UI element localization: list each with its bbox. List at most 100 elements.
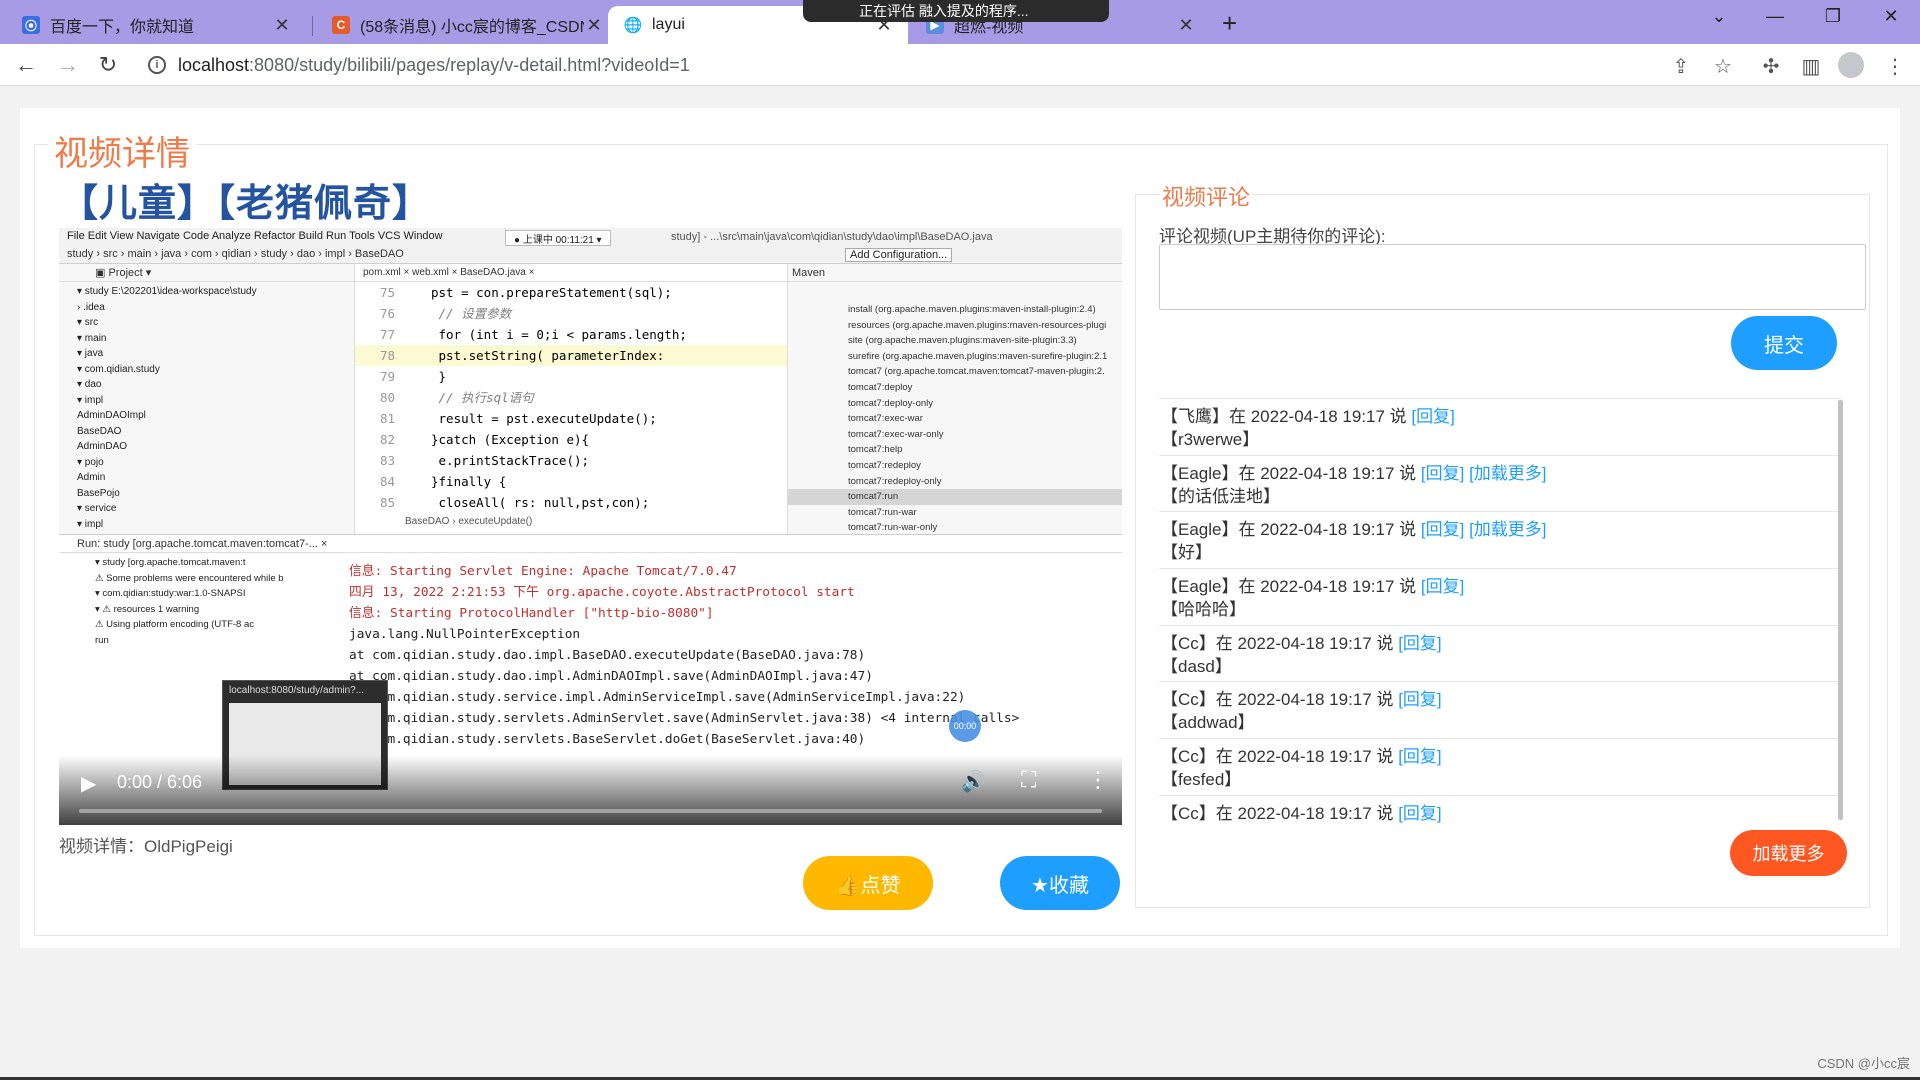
window-close-icon[interactable]: ✕ [1868, 6, 1914, 27]
profile-avatar[interactable] [1838, 52, 1864, 78]
player-controls: ▶ 0:00 / 6:06 🔊 ⛶ ⋮ [59, 755, 1122, 825]
like-button[interactable]: 👍点赞 [803, 856, 933, 910]
console-line: at com.qidian.study.servlets.AdminServle… [349, 711, 1020, 726]
code-line: 79 } [355, 366, 787, 387]
tree-node: ▾ main [77, 332, 107, 344]
minimize-icon[interactable]: — [1752, 6, 1798, 27]
video-player[interactable]: File Edit View Navigate Code Analyze Ref… [59, 228, 1122, 825]
line-number: 77 [379, 327, 395, 342]
fullscreen-icon[interactable]: ⛶ [1021, 767, 1036, 793]
favorite-button[interactable]: ★收藏 [1000, 856, 1120, 910]
ide-toolbar: File Edit View Navigate Code Analyze Ref… [59, 228, 1122, 264]
comment-textarea[interactable] [1159, 244, 1866, 310]
reply-link[interactable]: [回复] [1398, 634, 1441, 653]
line-number: 76 [379, 306, 395, 321]
maven-goal: tomcat7:exec-war [848, 413, 923, 425]
code-text: }finally { [431, 474, 507, 489]
comment-meta: 在 2022-04-18 19:17 说 [1215, 690, 1399, 710]
ide-project-tree: ▾ study E:\202201\idea-workspace\study ›… [59, 282, 354, 532]
tab-baidu[interactable]: ⦿ 百度一下，你就知道 ✕ [6, 6, 306, 44]
reply-link[interactable]: [回复] [1421, 520, 1464, 539]
tree-node: AdminDAOImpl [77, 410, 146, 421]
video-description: 视频详情：OldPigPeigi [59, 837, 233, 856]
maven-goal: resources (org.apache.maven.plugins:mave… [848, 319, 1107, 331]
kebab-menu-icon[interactable]: ⋮ [1882, 54, 1908, 79]
console-line: at com.qidian.study.servlets.BaseServlet… [349, 732, 866, 747]
reply-link[interactable]: [回复] [1398, 690, 1441, 709]
comment-item: 【Cc】在 2022-04-18 19:17 说 [回复] 【addwad】 [1159, 682, 1842, 740]
tab-title: (58条消息) 小cc宸的博客_CSDN [360, 19, 584, 36]
comment-header: 【飞鹰】在 2022-04-18 19:17 说 [回复] [1161, 405, 1842, 428]
comment-meta: 在 2022-04-18 19:17 说 [1238, 577, 1421, 597]
back-arrow-icon[interactable]: ← [12, 52, 40, 78]
address-bar-row: ← → ↻ i localhost:8080/study/bilibili/pa… [0, 44, 1920, 86]
load-more-replies-link[interactable]: [加载更多] [1469, 464, 1546, 483]
close-icon[interactable]: ✕ [584, 15, 604, 36]
console-line: at com.qidian.study.dao.impl.BaseDAO.exe… [349, 648, 866, 663]
url-field[interactable]: i localhost:8080/study/bilibili/pages/re… [136, 49, 1676, 81]
code-line: 82}catch (Exception e){ [355, 429, 787, 450]
line-number: 85 [379, 495, 395, 510]
comment-user: 【Cc】 [1161, 803, 1216, 823]
tab-csdn[interactable]: C (58条消息) 小cc宸的博客_CSDN ✕ [316, 6, 618, 44]
comment-item: 【Cc】在 2022-04-18 19:17 说 [回复] 【fesfed】 [1159, 739, 1842, 796]
code-line: 80 // 执行sql语句 [355, 387, 787, 408]
tree-node: ▾ service [77, 503, 117, 514]
line-number: 81 [379, 411, 395, 426]
maven-goal: tomcat7 (org.apache.tomcat.maven:tomcat7… [848, 366, 1105, 378]
bookmark-star-icon[interactable]: ☆ [1710, 54, 1736, 79]
share-icon[interactable]: ⇪ [1668, 54, 1694, 79]
side-panel-icon[interactable]: ▥ [1798, 54, 1824, 79]
console-line: java.lang.NullPointerException [349, 627, 581, 642]
run-tree-node: ▾ study [org.apache.tomcat.maven:t [95, 557, 246, 568]
line-number: 80 [379, 390, 395, 405]
close-icon[interactable]: ✕ [272, 15, 292, 36]
reply-link[interactable]: [回复] [1421, 464, 1464, 483]
comment-header: 【Cc】在 2022-04-18 19:17 说 [回复] [1161, 688, 1842, 711]
code-text: } [431, 369, 447, 384]
load-more-replies-link[interactable]: [加载更多] [1469, 520, 1546, 539]
run-header: Run: study [org.apache.tomcat.maven:tomc… [59, 535, 1122, 553]
forward-arrow-icon[interactable]: → [54, 52, 82, 78]
more-options-icon[interactable]: ⋮ [1087, 767, 1109, 793]
play-icon[interactable]: ▶ [81, 771, 96, 796]
submit-comment-button[interactable]: 提交 [1731, 316, 1837, 370]
thumbnail-title: localhost:8080/study/admin?... [229, 685, 365, 696]
console-line: at com.qidian.study.service.impl.AdminSe… [349, 690, 966, 705]
progress-bar[interactable] [79, 809, 1102, 813]
comment-text: 【好】 [1161, 543, 1212, 563]
reply-link[interactable]: [回复] [1398, 747, 1441, 766]
comment-user: 【Eagle】 [1161, 520, 1239, 540]
comment-list[interactable]: 【飞鹰】在 2022-04-18 19:17 说 [回复] 【r3werwe】 【E… [1159, 398, 1842, 824]
tree-node: ▾ src [77, 317, 99, 328]
comment-user: 【Cc】 [1161, 633, 1216, 653]
ide-maven-panel: Maven install (org.apache.maven.plugins:… [787, 264, 1122, 534]
volume-icon[interactable]: 🔊 [961, 769, 986, 794]
maven-goal: tomcat7:run [788, 489, 1122, 505]
reply-link[interactable]: [回复] [1421, 577, 1464, 596]
console-line: 四月 13, 2022 2:21:53 下午 org.apache.coyote… [349, 585, 855, 600]
reload-icon[interactable]: ↻ [94, 52, 122, 78]
extensions-icon[interactable]: ✣ [1758, 54, 1784, 79]
comment-meta: 在 2022-04-18 19:17 说 [1215, 633, 1399, 653]
reply-link[interactable]: [回复] [1398, 804, 1441, 823]
globe-icon: 🌐 [623, 17, 643, 34]
ide-editor-tabs: pom.xml × web.xml × BaseDAO.java × [355, 264, 787, 282]
comment-item: 【Eagle】在 2022-04-18 19:17 说 [回复] [加载更多] 【… [1159, 456, 1842, 513]
comment-scrollbar[interactable] [1838, 400, 1843, 820]
maven-header: Maven [788, 264, 1122, 282]
new-tab-icon[interactable]: + [1222, 8, 1237, 39]
tree-node: ▾ dao [77, 379, 102, 390]
console-line: at com.qidian.study.dao.impl.AdminDAOImp… [349, 669, 873, 684]
load-more-button[interactable]: 加载更多 [1730, 830, 1847, 876]
ide-project-panel: ▣ Project ▾ ▾ study E:\202201\idea-works… [59, 264, 355, 534]
tab-search-icon[interactable]: ⌄ [1696, 6, 1742, 27]
maximize-icon[interactable]: ❐ [1810, 6, 1856, 27]
url-path: :8080/study/bilibili/pages/replay/v-deta… [249, 54, 690, 75]
close-icon[interactable]: ✕ [1176, 15, 1196, 36]
video-title: 【儿童】【老猪佩奇】 [60, 183, 432, 225]
reply-link[interactable]: [回复] [1411, 407, 1454, 426]
comment-text: 【哈哈哈】 [1161, 600, 1246, 620]
ide-code: 75 pst = con.prepareStatement(sql); 76 // … [355, 282, 787, 513]
info-icon[interactable]: i [148, 56, 166, 74]
